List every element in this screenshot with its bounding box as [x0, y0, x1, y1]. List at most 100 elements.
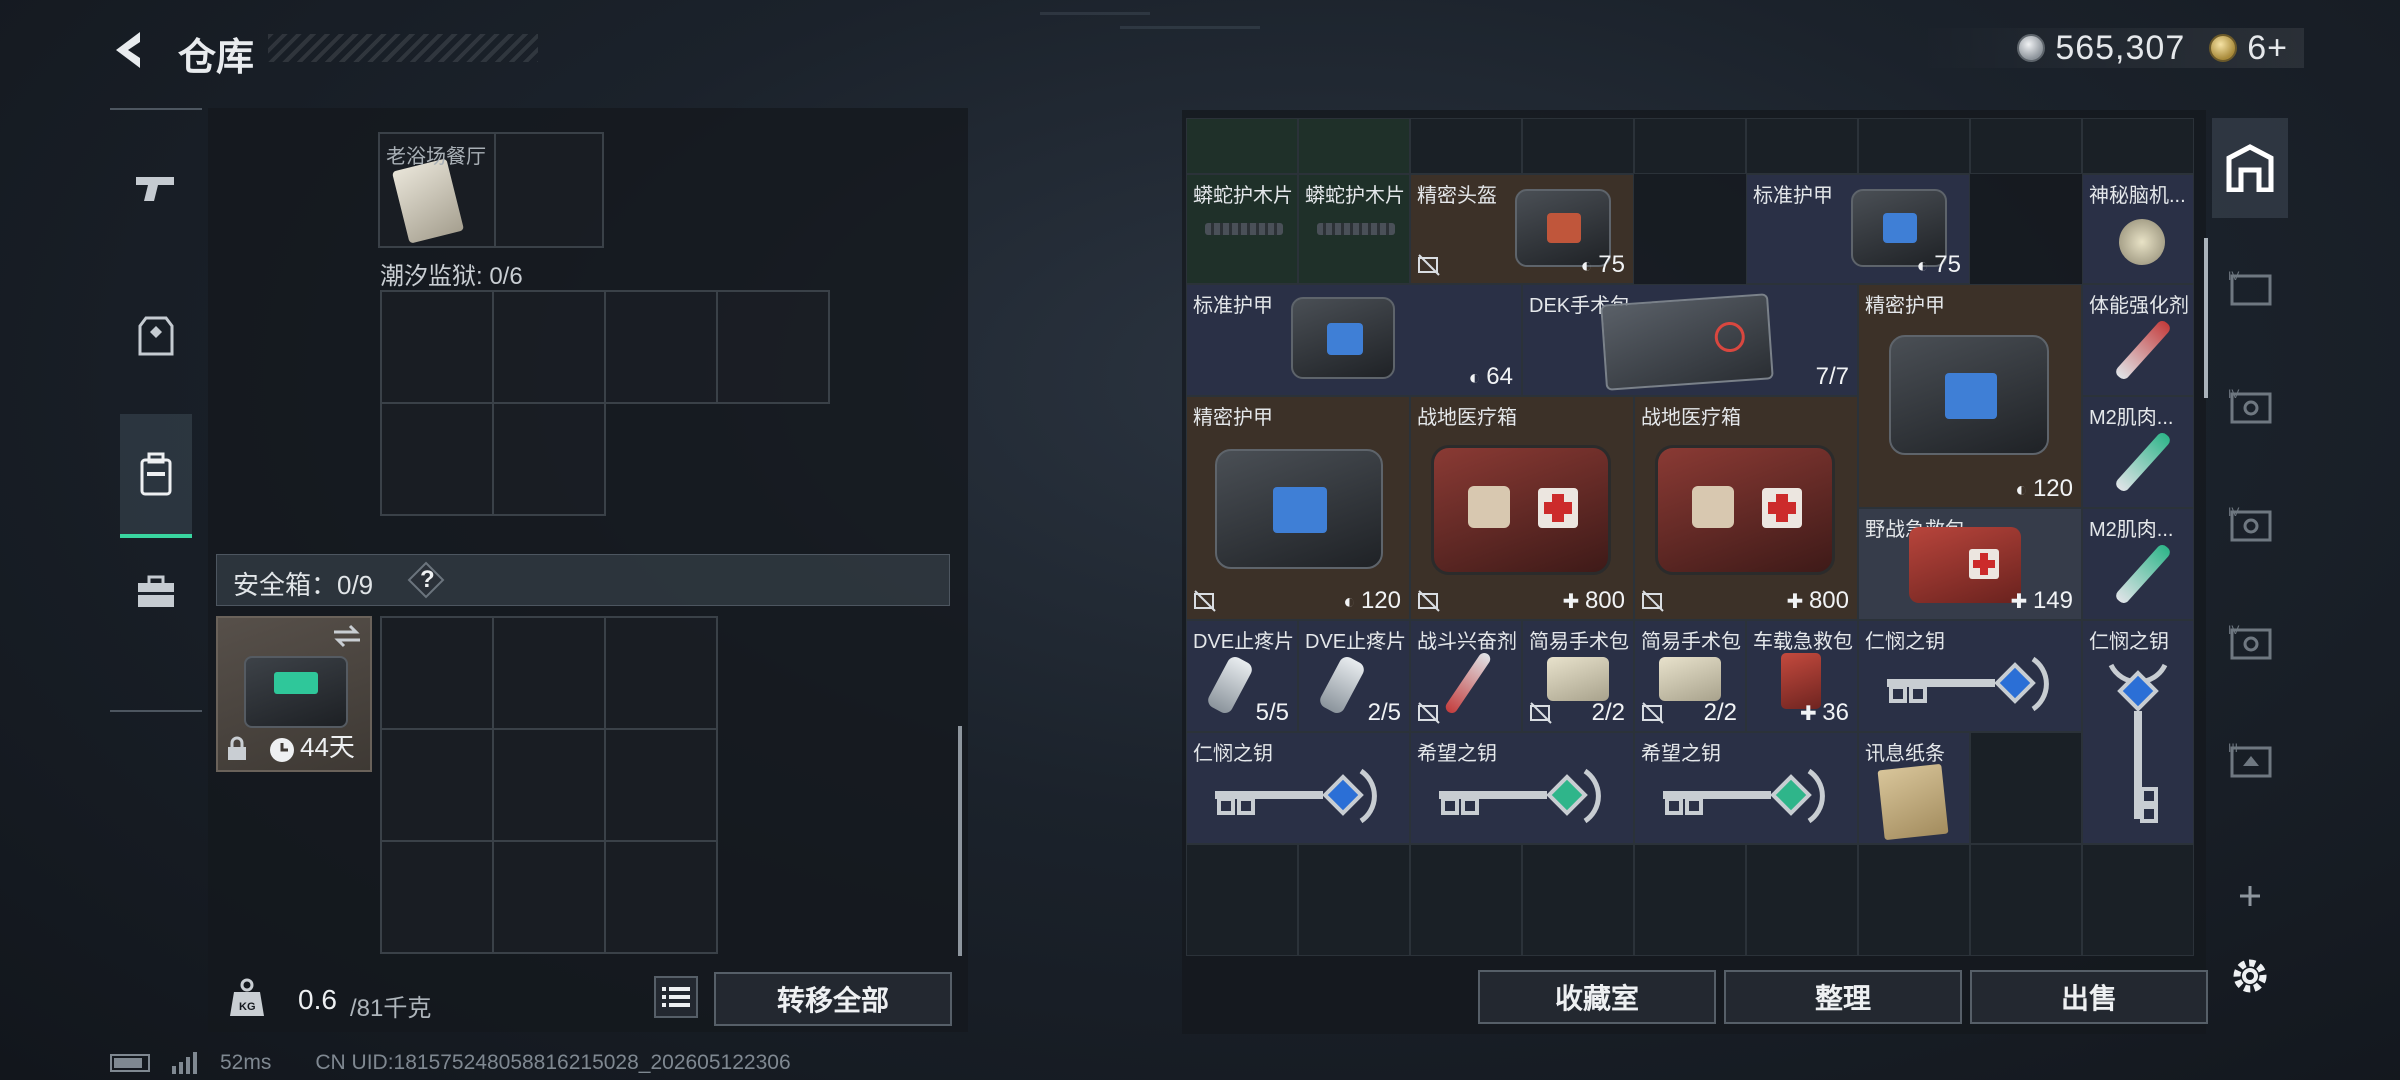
inventory-item[interactable]: 野战急救包 ✚ 149: [1858, 508, 2082, 620]
settings-button[interactable]: [2226, 952, 2274, 1000]
safebox-case-item[interactable]: 44天: [216, 616, 372, 772]
partial-cell[interactable]: [1858, 118, 1970, 174]
tab-storage-4b[interactable]: IV: [2212, 356, 2288, 456]
partial-cell[interactable]: [1634, 118, 1746, 174]
partial-cell[interactable]: [1522, 118, 1634, 174]
inventory-item[interactable]: 战地医疗箱 ✚ 800: [1410, 396, 1634, 620]
no-sell-icon: [1418, 254, 1440, 276]
safebox-slot[interactable]: [380, 728, 494, 842]
grid-slot[interactable]: [2082, 844, 2194, 956]
help-button[interactable]: ?: [407, 561, 445, 599]
inventory-item[interactable]: 车载急救包 ✚ 36: [1746, 620, 1858, 732]
partial-cell[interactable]: [2082, 118, 2194, 174]
left-scrollbar[interactable]: [958, 726, 962, 956]
sort-button[interactable]: 整理: [1724, 970, 1962, 1024]
partial-cell[interactable]: [1298, 118, 1410, 174]
inventory-item[interactable]: DVE止疼片 2/5: [1298, 620, 1410, 732]
prison-slot[interactable]: [380, 402, 494, 516]
inventory-item[interactable]: 标准护甲 ◐ 64: [1186, 284, 1522, 396]
inventory-item[interactable]: M2肌肉...: [2082, 396, 2194, 508]
key-icon: [1439, 768, 1601, 824]
inventory-item[interactable]: 蟒蛇护木片: [1186, 174, 1298, 284]
grid-slot[interactable]: [1858, 844, 1970, 956]
inventory-item[interactable]: DEK手术包 7/7: [1522, 284, 1858, 396]
inventory-item[interactable]: 仁悯之钥: [2082, 620, 2194, 844]
grid-slot[interactable]: [494, 132, 604, 248]
safebox-label: 安全箱：0/9: [233, 570, 374, 600]
inventory-item[interactable]: 仁悯之钥: [1186, 732, 1410, 844]
list-view-button[interactable]: [654, 976, 698, 1018]
grid-slot[interactable]: [1634, 844, 1746, 956]
collection-room-button[interactable]: 收藏室: [1478, 970, 1716, 1024]
inventory-item[interactable]: M2肌肉...: [2082, 508, 2194, 620]
grid-slot[interactable]: [1746, 844, 1858, 956]
inventory-item[interactable]: 蟒蛇护木片: [1298, 174, 1410, 284]
grid-slot[interactable]: [1186, 844, 1298, 956]
storage-footer: KG 0.6 /81千克 转移全部: [208, 960, 968, 1032]
safebox-slot[interactable]: [380, 840, 494, 954]
partial-cell[interactable]: [1410, 118, 1522, 174]
safebox-slot[interactable]: [604, 728, 718, 842]
partial-cell[interactable]: [1970, 118, 2082, 174]
inventory-item[interactable]: 仁悯之钥: [1858, 620, 2082, 732]
tab-storage-4c[interactable]: IV: [2212, 474, 2288, 574]
inventory-item[interactable]: 战斗兴奋剂: [1410, 620, 1522, 732]
no-sell-icon: [1642, 590, 1664, 612]
safebox-slot[interactable]: [604, 840, 718, 954]
sell-button[interactable]: 出售: [1970, 970, 2208, 1024]
inventory-item[interactable]: 神秘脑机...: [2082, 174, 2194, 284]
rail-weapon[interactable]: [120, 152, 192, 224]
tab-storage-4d[interactable]: IV: [2212, 592, 2288, 692]
tab-all-storage[interactable]: [2212, 118, 2288, 218]
inventory-item[interactable]: 希望之钥: [1410, 732, 1634, 844]
inventory-item[interactable]: 简易手术包 2/2: [1522, 620, 1634, 732]
grid-slot[interactable]: [1298, 844, 1410, 956]
tab-storage-4[interactable]: IV: [2212, 238, 2288, 338]
back-button[interactable]: [108, 28, 152, 72]
inventory-item[interactable]: 体能强化剂: [2082, 284, 2194, 396]
surgical-kit-icon: [1600, 293, 1774, 391]
tab-storage-3[interactable]: III: [2212, 710, 2288, 810]
grid-slot[interactable]: [1522, 844, 1634, 956]
inventory-item[interactable]: 简易手术包 2/2: [1634, 620, 1746, 732]
grid-slot[interactable]: [1410, 844, 1522, 956]
inventory-item[interactable]: 精密护甲 ◐ 120: [1186, 396, 1410, 620]
warehouse-icon: [2226, 144, 2274, 192]
partial-cell[interactable]: [1186, 118, 1298, 174]
inventory-item[interactable]: 精密头盔 ◐ 75: [1410, 174, 1634, 284]
rail-backpack[interactable]: [120, 414, 192, 538]
inventory-item[interactable]: DVE止疼片 5/5: [1186, 620, 1298, 732]
safebox-slot[interactable]: [492, 616, 606, 730]
prison-slot[interactable]: [604, 290, 718, 404]
no-sell-icon: [1418, 702, 1440, 724]
inventory-item[interactable]: 讯息纸条: [1858, 732, 1970, 844]
inventory-item[interactable]: 精密护甲 ◐ 120: [1858, 284, 2082, 508]
safebox-slot[interactable]: [492, 840, 606, 954]
partial-cell[interactable]: [1746, 118, 1858, 174]
transfer-all-button[interactable]: 转移全部: [714, 972, 952, 1026]
rail-case[interactable]: [120, 556, 192, 628]
lock-icon: [228, 736, 246, 760]
prison-slot[interactable]: [380, 290, 494, 404]
safebox-slot[interactable]: [604, 616, 718, 730]
inventory-item[interactable]: 希望之钥: [1634, 732, 1858, 844]
right-scrollbar[interactable]: [2204, 238, 2208, 398]
safebox-slot[interactable]: [380, 616, 494, 730]
no-sell-icon: [1530, 702, 1552, 724]
add-tab-button[interactable]: [2230, 876, 2270, 916]
background-streak: [1120, 26, 1260, 29]
inventory-item[interactable]: 战地医疗箱 ✚ 800: [1634, 396, 1858, 620]
prison-slot[interactable]: [492, 402, 606, 516]
key-icon: [1663, 768, 1825, 824]
durability-shield-icon: ◐: [1343, 591, 1361, 613]
medkit-icon: [1431, 445, 1611, 575]
armor-vest-icon: [138, 316, 174, 356]
prison-slot[interactable]: [716, 290, 830, 404]
grid-slot[interactable]: [1970, 732, 2082, 844]
gold-amount[interactable]: 6+: [2247, 29, 2288, 68]
prison-slot[interactable]: [492, 290, 606, 404]
safebox-slot[interactable]: [492, 728, 606, 842]
rail-armor[interactable]: [120, 300, 192, 372]
grid-slot[interactable]: [1970, 844, 2082, 956]
inventory-item[interactable]: 标准护甲 ◐ 75: [1746, 174, 1970, 284]
